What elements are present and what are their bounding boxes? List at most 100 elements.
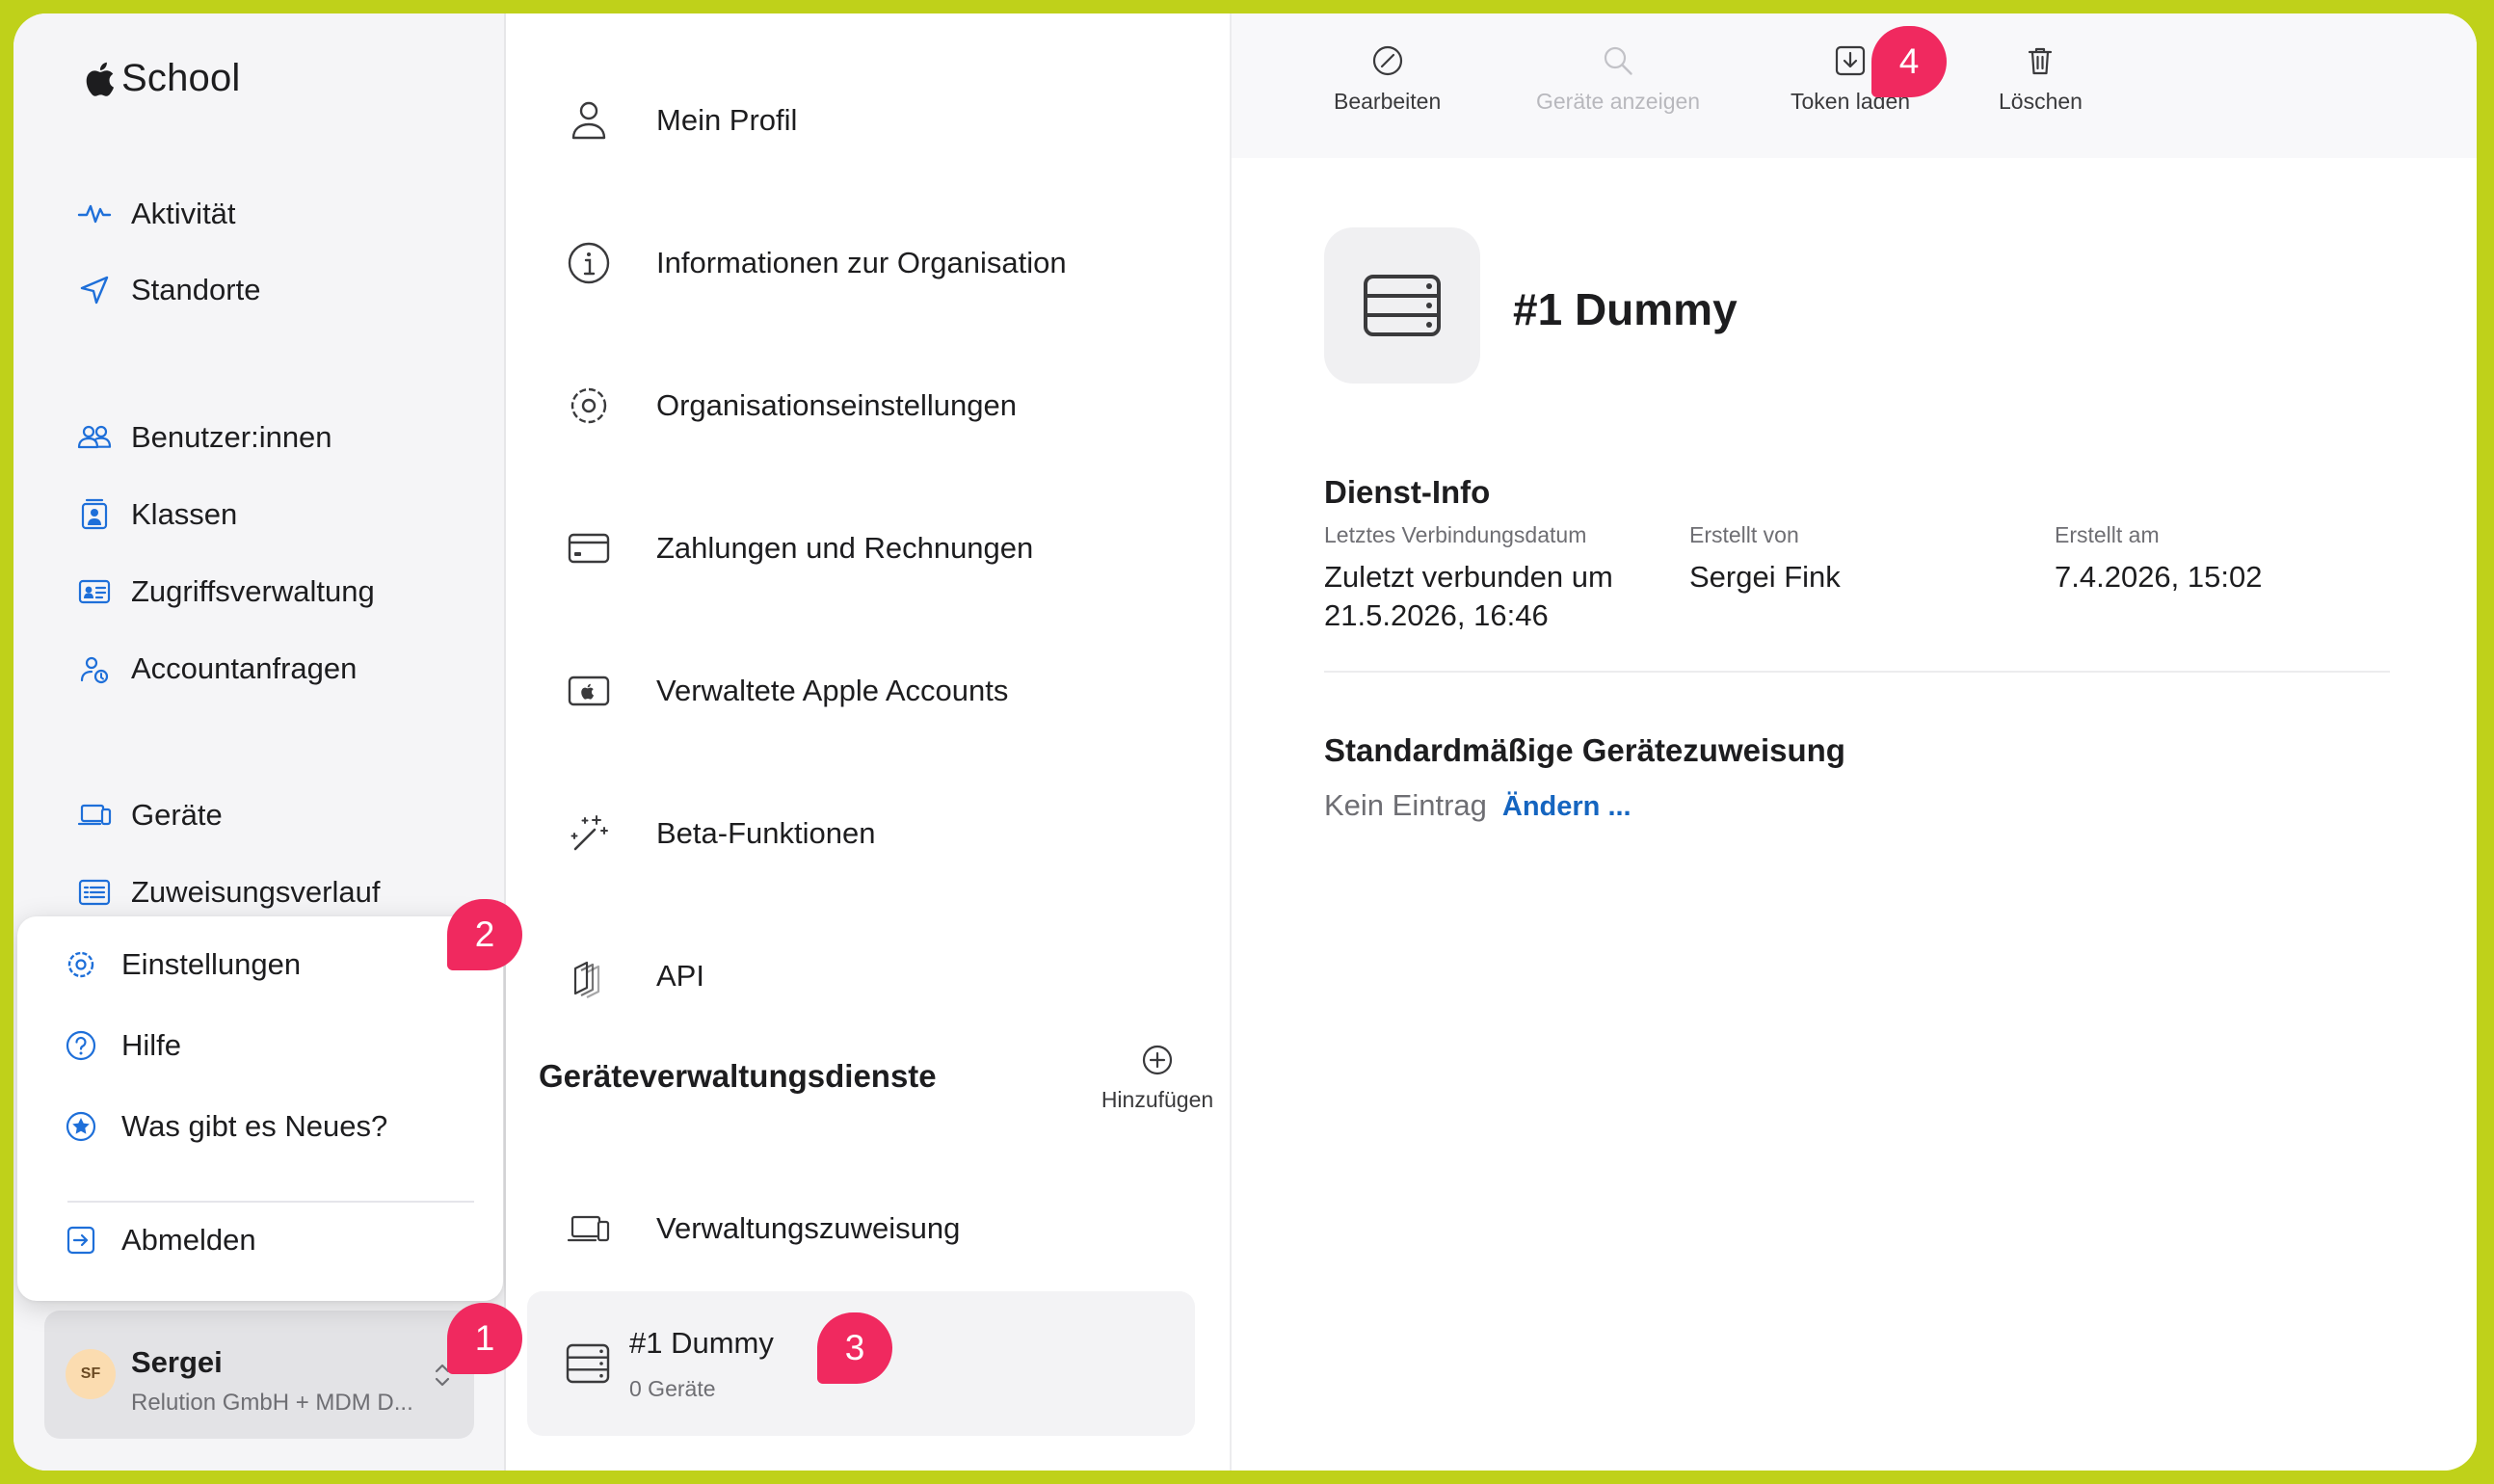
server-icon: [1364, 275, 1441, 336]
step-badge-4: 4: [1871, 26, 1947, 97]
edit-button[interactable]: Bearbeiten: [1334, 42, 1441, 139]
settings-item-mein-profil[interactable]: Mein Profil: [564, 87, 797, 154]
account-switcher[interactable]: SF Sergei Relution GmbH + MDM D...: [44, 1311, 474, 1439]
created-by-field: Erstellt von Sergei Fink: [1689, 522, 2017, 596]
settings-item-label: Verwaltete Apple Accounts: [656, 674, 1009, 707]
settings-item-zahlungen[interactable]: Zahlungen und Rechnungen: [564, 515, 1033, 582]
account-name: Sergei: [131, 1345, 223, 1379]
sidebar-item-label: Standorte: [131, 273, 261, 306]
created-at-label: Erstellt am: [2055, 522, 2160, 547]
menu-item-abmelden[interactable]: Abmelden: [62, 1211, 256, 1269]
sidebar-item-accountanfragen[interactable]: Accountanfragen: [75, 642, 357, 696]
api-icon: [564, 951, 614, 1001]
settings-item-verwaltungszuweisung[interactable]: Verwaltungszuweisung: [564, 1195, 960, 1262]
add-service-label: Hinzufügen: [1101, 1087, 1214, 1112]
users-icon: [75, 418, 114, 457]
delete-button[interactable]: Löschen: [1999, 42, 2083, 139]
menu-item-einstellungen[interactable]: Einstellungen: [62, 936, 301, 994]
menu-item-hilfe[interactable]: Hilfe: [62, 1017, 181, 1074]
server-icon: [566, 1343, 610, 1384]
settings-item-label: Verwaltungszuweisung: [656, 1211, 961, 1245]
settings-item-organisationseinstellungen[interactable]: Organisationseinstellungen: [564, 372, 1017, 439]
settings-item-beta[interactable]: Beta-Funktionen: [564, 800, 875, 867]
last-connection-label: Letztes Verbindungsdatum: [1324, 522, 1587, 547]
created-by-value: Sergei Fink: [1689, 560, 1841, 594]
sidebar-item-label: Zuweisungsverlauf: [131, 875, 381, 909]
menu-item-neuigkeiten[interactable]: Was gibt es Neues?: [62, 1098, 387, 1155]
person-icon: [564, 95, 614, 146]
devices-icon: [564, 1204, 614, 1254]
plus-circle-icon: [1142, 1045, 1173, 1075]
download-icon: [1835, 45, 1866, 76]
trash-icon: [2029, 47, 2053, 75]
add-service-button[interactable]: Hinzufügen: [1085, 1043, 1230, 1135]
apple-card-icon: [564, 666, 614, 716]
service-title: #1 Dummy: [1513, 284, 1738, 334]
show-devices-button[interactable]: Geräte anzeigen: [1536, 42, 1700, 139]
created-at-field: Erstellt am 7.4.2026, 15:02: [2055, 522, 2382, 596]
edit-label: Bearbeiten: [1334, 89, 1442, 114]
sidebar-item-label: Geräte: [131, 798, 223, 832]
last-connection-field: Letztes Verbindungsdatum Zuletzt verbund…: [1324, 522, 1652, 635]
gear-icon: [62, 945, 100, 984]
created-by-label: Erstellt von: [1689, 522, 1799, 547]
settings-list: Mein Profil Informationen zur Organisati…: [506, 13, 1232, 1471]
list-icon: [75, 873, 114, 912]
settings-item-label: Informationen zur Organisation: [656, 246, 1067, 279]
sidebar-item-label: Klassen: [131, 497, 238, 531]
credit-card-icon: [564, 523, 614, 573]
settings-item-label: Beta-Funktionen: [656, 816, 876, 850]
change-assignment-link[interactable]: Ändern ...: [1502, 791, 1632, 823]
settings-item-label: Mein Profil: [656, 103, 798, 137]
gear-icon: [564, 381, 614, 431]
search-icon: [1604, 46, 1632, 75]
section-divider: [1324, 671, 2390, 673]
sidebar-item-label: Accountanfragen: [131, 651, 358, 685]
default-assignment-row: Kein Eintrag Ändern ...: [1324, 788, 1632, 823]
menu-item-label: Abmelden: [121, 1223, 256, 1257]
account-request-icon: [75, 649, 114, 688]
edit-icon: [1372, 45, 1402, 76]
settings-item-api[interactable]: API: [564, 942, 704, 1010]
settings-item-label: Zahlungen und Rechnungen: [656, 531, 1034, 565]
section-title-device-management: Geräteverwaltungsdienste: [539, 1058, 937, 1094]
settings-item-label: API: [656, 959, 704, 993]
menu-item-label: Einstellungen: [121, 947, 302, 981]
account-organization: Relution GmbH + MDM D...: [131, 1390, 413, 1416]
account-menu-popover: Einstellungen Hilfe Was gibt es Neues? A…: [17, 916, 503, 1301]
settings-item-apple-accounts[interactable]: Verwaltete Apple Accounts: [564, 657, 1008, 725]
app-window: School Aktivität Standorte Benutzer:inne…: [13, 13, 2477, 1471]
step-badge-3: 3: [817, 1312, 892, 1384]
default-assignment-heading: Standardmäßige Gerätezuweisung: [1324, 732, 1845, 768]
detail-pane: Bearbeiten Geräte anzeigen Token laden L…: [1232, 13, 2477, 1471]
sidebar-item-benutzer[interactable]: Benutzer:innen: [75, 411, 332, 464]
activity-icon: [75, 195, 114, 233]
magic-wand-icon: [564, 808, 614, 859]
info-icon: [564, 238, 614, 288]
logout-icon: [62, 1221, 100, 1259]
toolbar: Bearbeiten Geräte anzeigen Token laden L…: [1232, 13, 2477, 158]
sidebar-item-aktivitaet[interactable]: Aktivität: [75, 187, 236, 241]
menu-item-label: Was gibt es Neues?: [121, 1109, 388, 1143]
sidebar-item-klassen[interactable]: Klassen: [75, 488, 237, 542]
sidebar-item-label: Zugriffsverwaltung: [131, 574, 375, 608]
service-info-heading: Dienst-Info: [1324, 474, 1491, 510]
delete-label: Löschen: [1999, 89, 2083, 114]
sidebar-item-label: Aktivität: [131, 197, 236, 230]
sidebar-item-standorte[interactable]: Standorte: [75, 263, 260, 317]
star-icon: [62, 1107, 100, 1146]
sidebar-item-zugriffsverwaltung[interactable]: Zugriffsverwaltung: [75, 565, 375, 619]
avatar: SF: [66, 1349, 116, 1399]
location-icon: [75, 271, 114, 309]
settings-item-label: Organisationseinstellungen: [656, 388, 1017, 422]
app-logo: School: [81, 57, 241, 100]
classes-icon: [75, 495, 114, 534]
created-at-value: 7.4.2026, 15:02: [2055, 560, 2263, 594]
settings-item-organisation-info[interactable]: Informationen zur Organisation: [564, 229, 1067, 297]
default-assignment-value: Kein Eintrag: [1324, 788, 1487, 822]
sidebar-item-geraete[interactable]: Geräte: [75, 788, 223, 842]
sidebar-item-label: Benutzer:innen: [131, 420, 332, 454]
menu-item-label: Hilfe: [121, 1028, 182, 1062]
show-devices-label: Geräte anzeigen: [1536, 89, 1701, 114]
sidebar-item-zuweisungsverlauf[interactable]: Zuweisungsverlauf: [75, 865, 380, 919]
